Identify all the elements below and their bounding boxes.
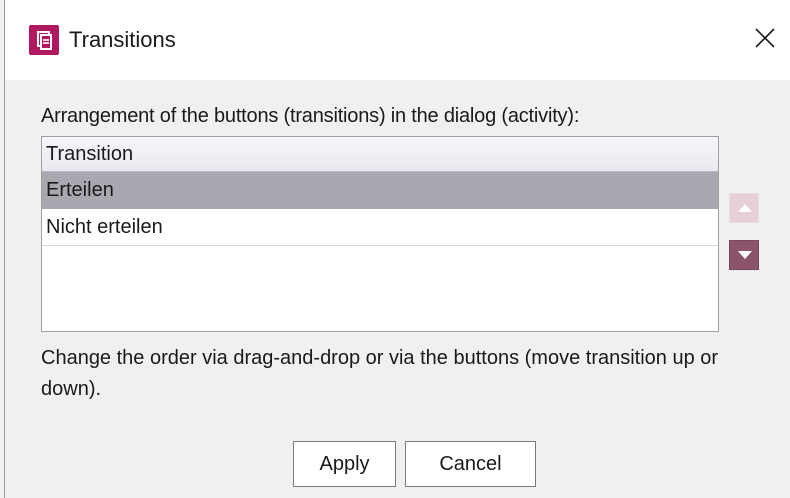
cancel-button[interactable]: Cancel	[405, 441, 536, 487]
column-header-transition[interactable]: Transition	[42, 137, 718, 172]
transitions-dialog: Transitions Arrangement of the buttons (…	[4, 0, 790, 498]
title-bar: Transitions	[5, 0, 790, 80]
move-down-button[interactable]	[729, 240, 759, 270]
instruction-label: Arrangement of the buttons (transitions)…	[41, 105, 580, 127]
close-icon	[755, 28, 775, 48]
transitions-list[interactable]: Transition Erteilen Nicht erteilen	[41, 136, 719, 332]
triangle-up-icon	[738, 204, 752, 212]
close-button[interactable]	[743, 16, 787, 60]
apply-button[interactable]: Apply	[293, 441, 396, 487]
list-item-nicht-erteilen[interactable]: Nicht erteilen	[42, 209, 718, 246]
triangle-down-icon	[738, 251, 752, 259]
list-item-erteilen[interactable]: Erteilen	[42, 172, 718, 209]
dialog-title: Transitions	[69, 27, 176, 52]
document-icon	[29, 25, 59, 55]
move-up-button[interactable]	[729, 193, 759, 223]
help-text: Change the order via drag-and-drop or vi…	[41, 347, 719, 400]
